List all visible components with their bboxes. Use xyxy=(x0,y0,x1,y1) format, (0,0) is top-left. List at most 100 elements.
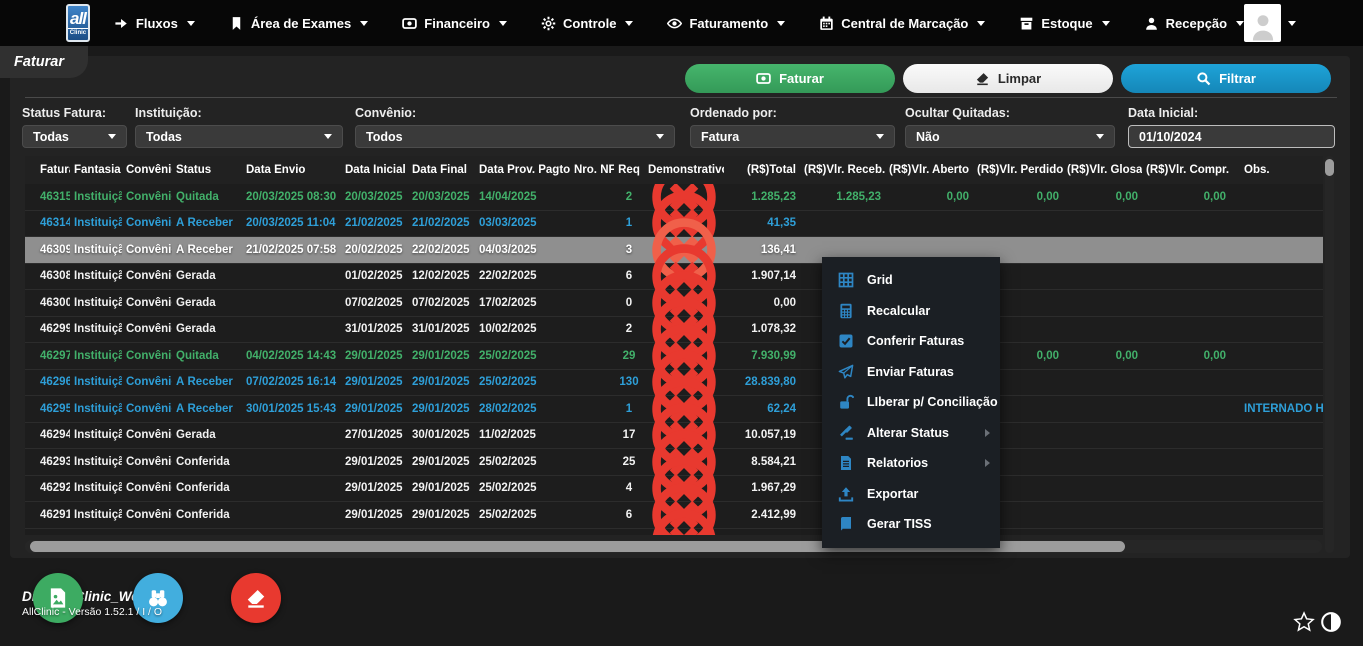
top-navbar: all Clinic Fluxos Área de Exames Financeir… xyxy=(0,0,1363,46)
clear-fab-button[interactable] xyxy=(231,573,281,623)
cell-req: 6 xyxy=(614,509,644,521)
nav-item-recep-o[interactable]: Recepção xyxy=(1144,16,1244,31)
nav-item-estoque[interactable]: Estoque xyxy=(1019,16,1109,31)
column-header-aberto[interactable]: (R$)Vlr. Aberto xyxy=(885,164,973,176)
cell-fantasia: Instituição xyxy=(70,350,122,362)
column-header-receb[interactable]: (R$)Vlr. Receb. xyxy=(800,164,885,176)
cell-status: À Receber xyxy=(172,403,242,415)
horizontal-scrollbar[interactable] xyxy=(25,540,1322,553)
column-header-compr[interactable]: (R$)Vlr. Compr. xyxy=(1142,164,1230,176)
eraser-icon xyxy=(245,587,267,609)
limpar-button[interactable]: Limpar xyxy=(903,64,1113,93)
avatar[interactable] xyxy=(1244,4,1281,42)
cell-status: Gerada xyxy=(172,270,242,282)
cell-req: 2 xyxy=(614,323,644,335)
filtrar-button[interactable]: Filtrar xyxy=(1121,64,1331,93)
cell-fantasia: Instituição xyxy=(70,191,122,203)
chevron-right-icon xyxy=(985,429,990,437)
chevron-down-icon xyxy=(656,134,664,139)
chevron-down-icon xyxy=(187,21,195,26)
cell-fantasia: Instituição xyxy=(70,270,122,282)
cell-fatura: 46309 xyxy=(25,244,70,256)
column-header-fatura[interactable]: Fatura xyxy=(25,164,70,176)
cell-final: 30/01/2025 xyxy=(408,429,475,441)
column-header-status[interactable]: Status xyxy=(172,164,242,176)
column-header-obs[interactable]: Obs. xyxy=(1230,164,1323,176)
date-input[interactable]: 01/10/2024 xyxy=(1128,125,1335,148)
cell-status: À Receber xyxy=(172,217,242,229)
cell-req: 1 xyxy=(614,403,644,415)
cell-status: Conferida xyxy=(172,509,242,521)
context-menu-item-conferir-faturas[interactable]: Conferir Faturas xyxy=(822,326,1000,357)
table-row[interactable]: 46290InstituiçãoConvênioÀ Receber30/01/2… xyxy=(25,529,1323,536)
filter-ocultar-quitadas: Ocultar Quitadas:Não xyxy=(905,106,1115,148)
cell-fatura: 46314 xyxy=(25,217,70,229)
money-icon xyxy=(402,16,417,31)
gavel-icon xyxy=(838,425,854,441)
app-logo[interactable]: all Clinic xyxy=(66,4,90,42)
money-icon xyxy=(756,71,771,86)
nav-item-faturamento[interactable]: Faturamento xyxy=(667,16,785,31)
column-header-glosa[interactable]: (R$)Vlr. Glosa xyxy=(1063,164,1142,176)
context-menu-item-enviar-faturas[interactable]: Enviar Faturas xyxy=(822,357,1000,388)
vertical-scrollbar[interactable] xyxy=(1325,156,1334,553)
column-header-final[interactable]: Data Final xyxy=(408,164,475,176)
column-header-total[interactable]: (R$)Total xyxy=(724,164,800,176)
cell-req: 25 xyxy=(614,456,644,468)
tab-faturar[interactable]: Faturar xyxy=(0,46,88,78)
column-header-req[interactable]: Req xyxy=(614,164,644,176)
box-icon xyxy=(1019,16,1034,31)
favorite-star-icon[interactable] xyxy=(1293,611,1315,633)
demonstrativo-cell xyxy=(644,505,724,535)
chevron-down-icon xyxy=(777,21,785,26)
cell-fantasia: Instituição xyxy=(70,323,122,335)
context-menu-item-grid[interactable]: Grid xyxy=(822,265,1000,296)
chevron-right-icon xyxy=(985,459,990,467)
table-body: 46315InstituiçãoConvênioQuitada20/03/202… xyxy=(25,184,1323,535)
cell-final: 29/01/2025 xyxy=(408,376,475,388)
column-header-perdido[interactable]: (R$)Vlr. Perdido xyxy=(973,164,1063,176)
cell-convenio: Convênio xyxy=(122,376,172,388)
context-menu-item-relatorios[interactable]: Relatorios xyxy=(822,448,1000,479)
context-menu-item-label: Grid xyxy=(867,273,990,287)
app-version-text: AllClinic - Versão 1.52.1 / I / O xyxy=(22,606,162,618)
cell-final: 21/02/2025 xyxy=(408,217,475,229)
column-header-fantasia[interactable]: Fantasia xyxy=(70,164,122,176)
context-menu-item-gerar-tiss[interactable]: Gerar TISS xyxy=(822,509,1000,540)
nav-item-controle[interactable]: Controle xyxy=(541,16,633,31)
column-header-pagto[interactable]: Data Prov. Pagto xyxy=(475,164,570,176)
gear-icon xyxy=(541,16,556,31)
filter-select[interactable]: Todas xyxy=(135,125,343,148)
cell-pagto: 25/02/2025 xyxy=(475,482,570,494)
user-menu[interactable] xyxy=(1244,4,1296,42)
cell-fantasia: Instituição xyxy=(70,429,122,441)
cell-final: 31/01/2025 xyxy=(408,323,475,335)
chevron-down-icon[interactable] xyxy=(1288,21,1296,26)
filter-select[interactable]: Todas xyxy=(22,125,127,148)
nav-item--rea-de-exames[interactable]: Área de Exames xyxy=(229,16,368,31)
cell-inicial: 01/02/2025 xyxy=(341,270,408,282)
column-header-nf[interactable]: Nro. NF xyxy=(570,164,614,176)
cell-pagto: 25/02/2025 xyxy=(475,456,570,468)
context-menu-item-exportar[interactable]: Exportar xyxy=(822,479,1000,510)
cell-fantasia: Instituição xyxy=(70,297,122,309)
context-menu-item-alterar-status[interactable]: Alterar Status xyxy=(822,418,1000,449)
cell-convenio: Convênio xyxy=(122,350,172,362)
vertical-scrollbar-thumb[interactable] xyxy=(1325,159,1334,176)
faturar-button[interactable]: Faturar xyxy=(685,64,895,93)
filter-select[interactable]: Fatura xyxy=(690,125,895,148)
cell-envio: 07/02/2025 16:14 xyxy=(242,376,341,388)
nav-item-fluxos[interactable]: Fluxos xyxy=(114,16,195,31)
column-header-envio[interactable]: Data Envio xyxy=(242,164,341,176)
filter-select[interactable]: Não xyxy=(905,125,1115,148)
nav-item-central-de-marca-o[interactable]: Central de Marcação xyxy=(819,16,985,31)
column-header-convenio[interactable]: Convênio xyxy=(122,164,172,176)
column-header-demo[interactable]: Demonstrativo xyxy=(644,164,724,176)
nav-item-financeiro[interactable]: Financeiro xyxy=(402,16,507,31)
column-header-inicial[interactable]: Data Inicial xyxy=(341,164,408,176)
theme-contrast-icon[interactable] xyxy=(1320,611,1342,633)
context-menu-item-recalcular[interactable]: Recalcular xyxy=(822,296,1000,327)
context-menu-item-liberar-p-concilia-o[interactable]: LIberar p/ Conciliação xyxy=(822,387,1000,418)
upload-icon xyxy=(838,486,854,502)
filter-select[interactable]: Todos xyxy=(355,125,675,148)
